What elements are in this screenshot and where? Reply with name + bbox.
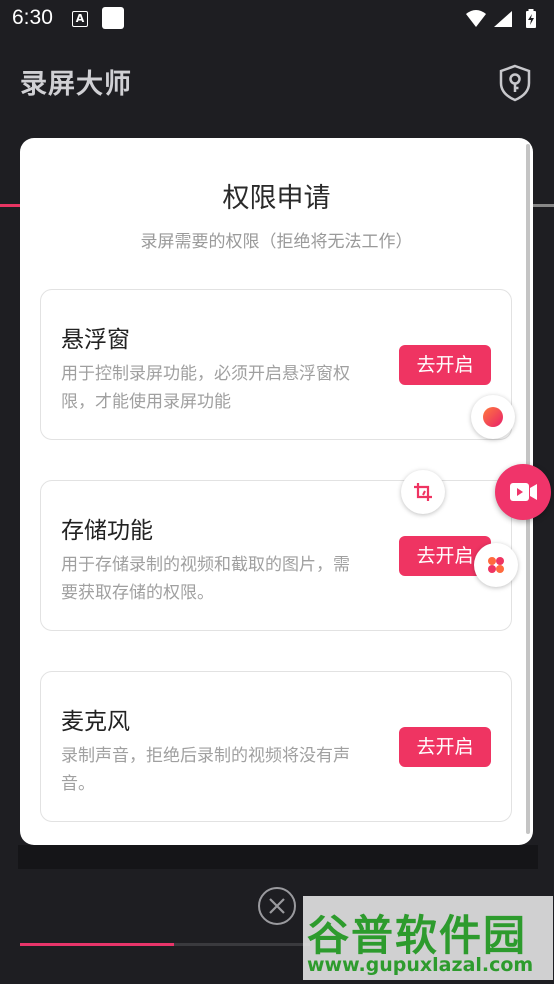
close-icon[interactable] [257, 886, 297, 930]
permission-card-microphone: 麦克风 录制声音，拒绝后录制的视频将没有声音。 去开启 [40, 671, 512, 822]
battery-icon [526, 9, 536, 28]
open-overlay-permission-button[interactable]: 去开启 [399, 345, 491, 385]
background-panel [18, 845, 538, 869]
permission-dialog: 权限申请 录屏需要的权限（拒绝将无法工作） 悬浮窗 用于控制录屏功能，必须开启悬… [20, 138, 533, 845]
watermark-url: www.gupuxlazal.com [307, 954, 534, 976]
card-description: 用于存储录制的视频和截取的图片，需要获取存储的权限。 [61, 555, 350, 603]
tab-indicator-left [0, 204, 22, 207]
dialog-subtitle: 录屏需要的权限（拒绝将无法工作） [140, 232, 413, 252]
dialog-title: 权限申请 [222, 183, 331, 214]
tools-grid-icon[interactable] [474, 543, 518, 587]
progress-bar [20, 943, 310, 946]
app-title: 录屏大师 [20, 69, 132, 100]
progress-fill [20, 943, 174, 946]
a-notification-icon: A [72, 11, 88, 27]
video-camera-icon[interactable] [495, 464, 551, 520]
card-title: 悬浮窗 [61, 327, 130, 353]
crop-icon[interactable] [401, 470, 445, 514]
square-notification-icon [102, 7, 124, 29]
status-bar: 6:30 A [0, 0, 554, 40]
signal-icon [494, 11, 512, 27]
card-description: 录制声音，拒绝后录制的视频将没有声音。 [61, 746, 350, 794]
record-dot-icon[interactable] [471, 395, 515, 439]
status-icons [464, 8, 540, 34]
open-microphone-permission-button[interactable]: 去开启 [399, 727, 491, 767]
watermark: 谷普软件园 www.gupuxlazal.com [303, 896, 553, 980]
status-time: 6:30 [12, 6, 53, 29]
card-title: 麦克风 [61, 709, 130, 735]
wifi-icon [466, 10, 486, 27]
card-description: 用于控制录屏功能，必须开启悬浮窗权限，才能使用录屏功能 [61, 364, 350, 412]
permission-card-overlay: 悬浮窗 用于控制录屏功能，必须开启悬浮窗权限，才能使用录屏功能 去开启 [40, 289, 512, 440]
card-title: 存储功能 [61, 518, 153, 544]
shield-key-icon[interactable] [498, 64, 532, 106]
tab-indicator-right [532, 204, 554, 207]
